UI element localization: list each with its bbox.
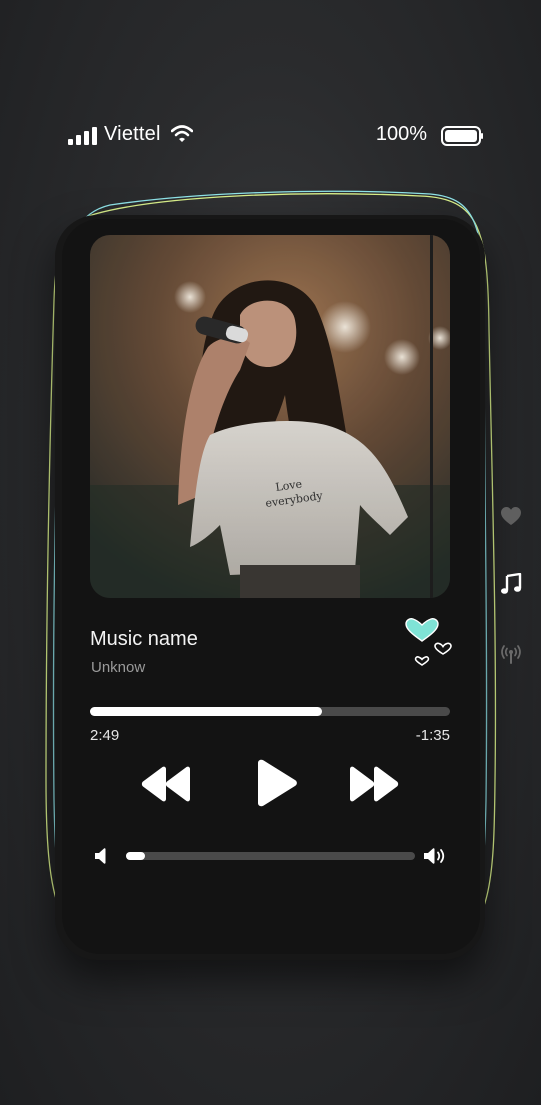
- battery-icon: [441, 126, 483, 146]
- elapsed-time: 2:49: [90, 727, 120, 744]
- play-icon: [258, 759, 297, 807]
- side-nav-music[interactable]: [497, 570, 525, 598]
- volume-high-icon[interactable]: [423, 846, 447, 866]
- fast-forward-icon: [350, 766, 399, 802]
- playback-progress-fill: [90, 707, 323, 716]
- album-art-image: Love everybody: [90, 235, 450, 598]
- like-button[interactable]: [402, 618, 462, 670]
- side-nav-favorites[interactable]: [497, 502, 525, 530]
- play-button[interactable]: [254, 759, 298, 807]
- volume-slider-fill: [126, 852, 145, 860]
- volume-slider[interactable]: [126, 852, 415, 860]
- heart-icon: [405, 618, 439, 642]
- wifi-icon: [171, 125, 193, 142]
- heart-icon: [501, 507, 521, 525]
- side-nav-broadcast[interactable]: [497, 640, 525, 668]
- status-bar: Viettel 100%: [68, 123, 483, 151]
- carrier-name: Viettel: [104, 123, 161, 145]
- fast-forward-button[interactable]: [348, 765, 400, 803]
- rewind-icon: [141, 766, 190, 802]
- playback-progress-bar[interactable]: [90, 707, 450, 716]
- remaining-time: -1:35: [415, 727, 450, 744]
- broadcast-icon: [501, 645, 521, 664]
- side-navigation: [497, 500, 525, 670]
- track-artist: Unknow: [91, 659, 146, 676]
- rewind-button[interactable]: [140, 765, 192, 803]
- signal-strength-icon: [68, 127, 98, 145]
- track-title: Music name: [90, 628, 198, 650]
- music-note-icon: [501, 573, 522, 594]
- battery-percentage: 100%: [375, 123, 427, 145]
- volume-low-icon[interactable]: [94, 847, 110, 865]
